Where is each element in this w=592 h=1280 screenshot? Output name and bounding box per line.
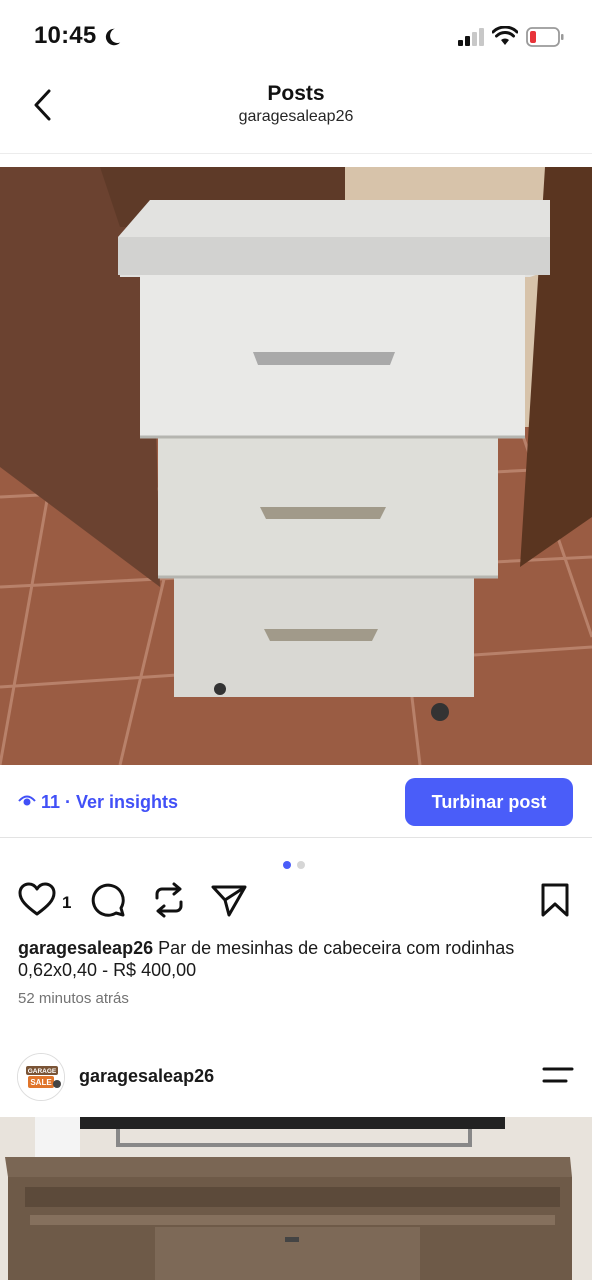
view-insights-link[interactable]: 11 · Ver insights <box>41 792 178 813</box>
avatar-text-sale: SALE <box>30 1078 52 1087</box>
moon-icon <box>105 28 121 46</box>
menu-icon[interactable] <box>542 1064 574 1086</box>
wifi-icon <box>492 26 518 45</box>
post-caption: garagesaleap26 Par de mesinhas de cabece… <box>18 937 578 981</box>
next-post-username[interactable]: garagesaleap26 <box>79 1066 214 1087</box>
carousel-dot-active <box>283 861 291 869</box>
battery-icon <box>526 27 564 47</box>
post-actions: 1 <box>0 880 592 926</box>
next-post-photo[interactable] <box>0 1117 592 1280</box>
signal-icon <box>458 28 484 46</box>
comment-icon[interactable] <box>90 882 126 918</box>
page-subtitle: garagesaleap26 <box>238 108 354 125</box>
share-icon[interactable] <box>211 882 247 918</box>
eye-icon <box>18 795 36 806</box>
avatar-text-garage: GARAGE <box>28 1068 57 1075</box>
insights-row: 11 · Ver insights Turbinar post <box>0 765 592 838</box>
caption-username[interactable]: garagesaleap26 <box>18 938 153 958</box>
post-timestamp: 52 minutos atrás <box>18 990 129 1007</box>
avatar[interactable]: GARAGE SALE <box>17 1053 65 1101</box>
heart-icon[interactable] <box>18 882 56 918</box>
carousel-dot <box>297 861 305 869</box>
status-bar: 10:45 <box>0 0 592 70</box>
repost-icon[interactable] <box>151 882 187 918</box>
like-count[interactable]: 1 <box>62 893 71 913</box>
page-title: Posts <box>267 82 325 105</box>
next-post-header: GARAGE SALE garagesaleap26 <box>0 1050 592 1116</box>
post-photo[interactable] <box>0 167 592 765</box>
boost-post-button[interactable]: Turbinar post <box>405 778 573 826</box>
bookmark-icon[interactable] <box>540 882 570 918</box>
carousel-indicator <box>283 856 311 874</box>
header: Posts garagesaleap26 <box>0 70 592 154</box>
status-time: 10:45 <box>34 22 97 49</box>
